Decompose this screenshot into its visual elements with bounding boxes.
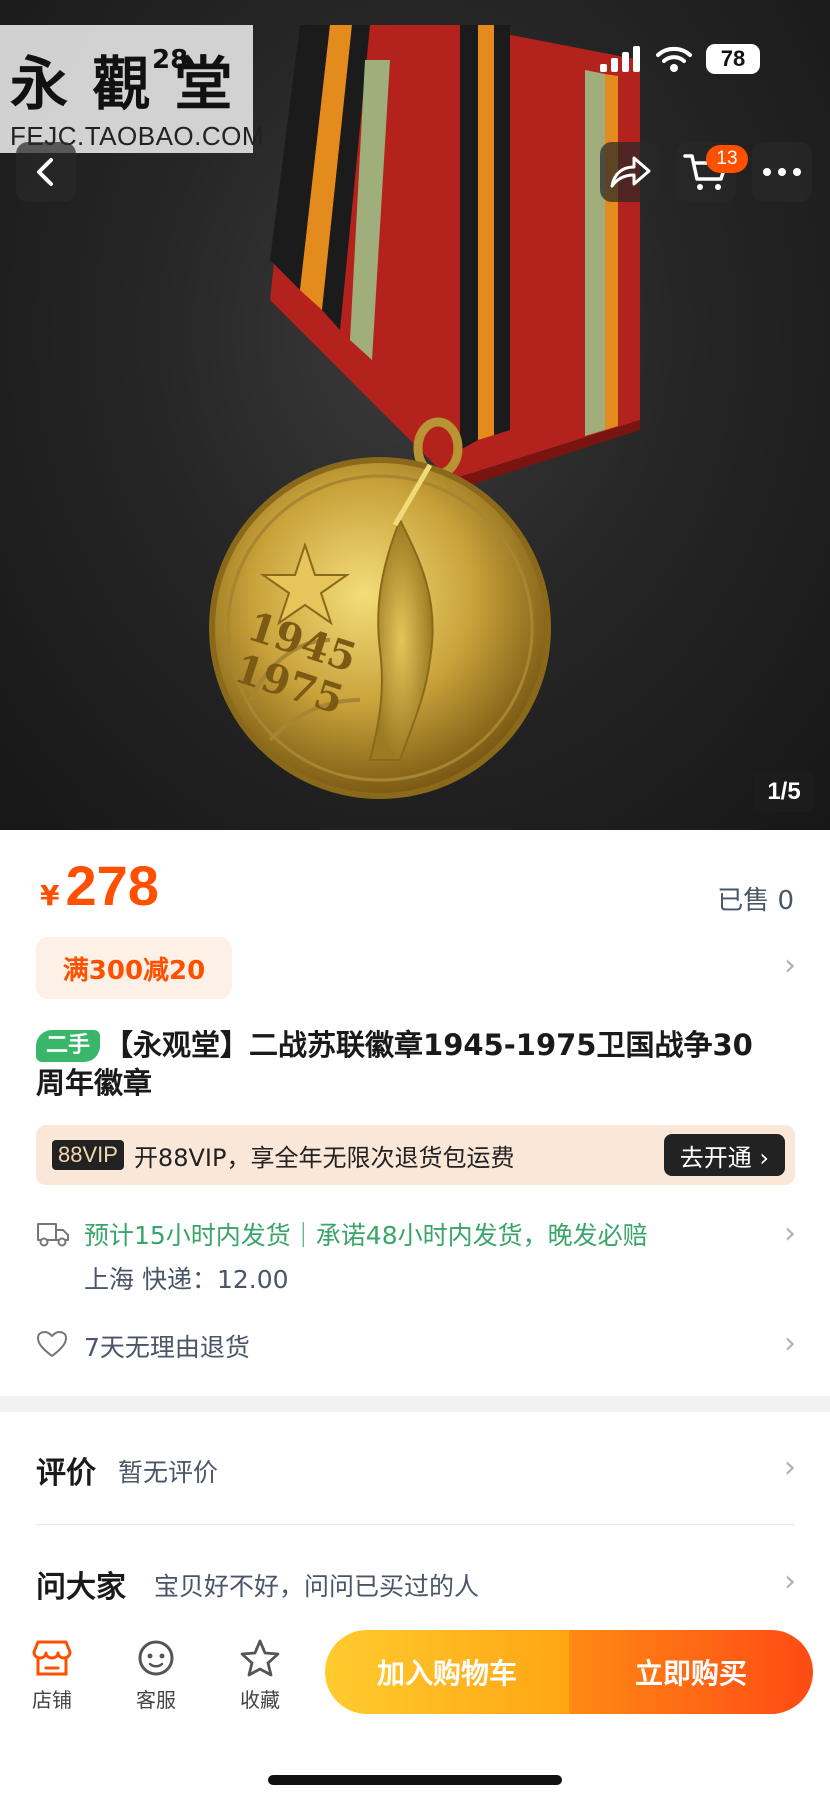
sold-count: 已售 0 bbox=[717, 886, 794, 916]
shipping-origin-fee: 上海 快递：12.00 bbox=[84, 1265, 289, 1294]
chevron-right-icon[interactable]: › bbox=[784, 1564, 796, 1599]
vip-banner[interactable]: 88VIP 开88VIP，享全年无限次退货包运费 去开通 › bbox=[36, 1125, 795, 1185]
favorite-label: 收藏 bbox=[240, 1688, 280, 1712]
product-title: 二手 【永观堂】二战苏联徽章1945-1975卫国战争30周年徽章 bbox=[36, 1026, 776, 1102]
service-icon bbox=[138, 1640, 174, 1676]
share-button[interactable] bbox=[600, 142, 660, 202]
status-bar: 78 bbox=[600, 44, 760, 74]
home-indicator[interactable] bbox=[268, 1775, 562, 1785]
promo-badge[interactable]: 满300减20 bbox=[36, 937, 232, 999]
shipping-estimate[interactable]: 预计15小时内发货｜承诺48小时内发货，晚发必赔 bbox=[84, 1216, 648, 1252]
reviews-label[interactable]: 评价 bbox=[36, 1448, 96, 1492]
shop-icon bbox=[32, 1640, 72, 1676]
product-image-carousel[interactable]: 1945 1975 永 觀 堂 28 FEJC.TAOBAO.COM 78 13… bbox=[0, 0, 830, 830]
chevron-right-icon[interactable]: › bbox=[784, 1450, 796, 1485]
back-button[interactable] bbox=[16, 142, 76, 202]
shop-label: 店铺 bbox=[32, 1688, 72, 1712]
ask-everyone-value: 宝贝好不好，问问已买过的人 bbox=[154, 1572, 480, 1601]
share-icon bbox=[610, 156, 651, 188]
more-icon bbox=[763, 168, 801, 176]
used-tag: 二手 bbox=[36, 1030, 101, 1062]
watermark-number: 28 bbox=[152, 45, 189, 75]
reviews-value: 暂无评价 bbox=[118, 1458, 219, 1487]
chevron-right-icon[interactable]: › bbox=[784, 1216, 796, 1251]
back-icon bbox=[37, 158, 53, 186]
shop-watermark: 永 觀 堂 28 FEJC.TAOBAO.COM bbox=[0, 25, 264, 153]
battery-indicator: 78 bbox=[706, 44, 760, 74]
favorite-button[interactable]: 收藏 bbox=[220, 1638, 300, 1713]
add-to-cart-button[interactable]: 加入购物车 bbox=[325, 1630, 569, 1714]
return-policy[interactable]: 7天无理由退货 bbox=[84, 1328, 250, 1364]
currency-symbol: ¥ bbox=[40, 879, 60, 912]
heart-icon bbox=[37, 1331, 67, 1357]
vip-logo: 88VIP bbox=[52, 1140, 124, 1170]
vip-open-button[interactable]: 去开通 › bbox=[663, 1134, 785, 1176]
shop-button[interactable]: 店铺 bbox=[12, 1638, 92, 1713]
product-title-text: 【永观堂】二战苏联徽章1945-1975卫国战争30周年徽章 bbox=[36, 1028, 753, 1100]
service-button[interactable]: 客服 bbox=[116, 1638, 196, 1713]
truck-icon bbox=[37, 1223, 69, 1247]
chevron-right-icon[interactable]: › bbox=[784, 1326, 796, 1361]
vip-text: 开88VIP，享全年无限次退货包运费 bbox=[133, 1143, 515, 1172]
signal-icon bbox=[600, 46, 640, 72]
star-icon bbox=[240, 1639, 280, 1677]
ask-everyone-label[interactable]: 问大家 bbox=[36, 1562, 126, 1606]
wifi-icon bbox=[656, 46, 692, 72]
service-label: 客服 bbox=[136, 1688, 176, 1712]
bottom-action-bar: 店铺 客服 收藏 加入购物车 立即购买 bbox=[0, 1620, 830, 1800]
buy-now-button[interactable]: 立即购买 bbox=[569, 1630, 813, 1714]
chevron-right-icon[interactable]: › bbox=[784, 948, 796, 983]
watermark-brand: 永 觀 堂 bbox=[10, 50, 235, 118]
row-divider bbox=[36, 1524, 795, 1525]
section-divider bbox=[0, 1396, 830, 1412]
price-amount: 278 bbox=[65, 854, 159, 917]
cart-count-badge: 13 bbox=[706, 145, 748, 173]
image-counter: 1/5 bbox=[754, 772, 814, 812]
price-block: ¥ 278 bbox=[40, 858, 159, 914]
more-button[interactable] bbox=[752, 142, 812, 202]
